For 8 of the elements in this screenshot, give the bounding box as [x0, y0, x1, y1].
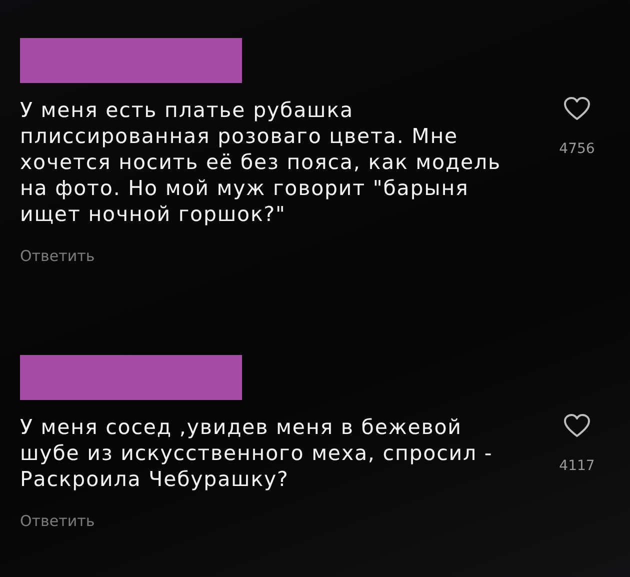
like-count: 4117 — [559, 458, 595, 474]
comment-text: У меня есть платье рубашка плиссированная розоваго цвета. Мне хочется носить её без пояса, как модель на фото. Но мой муж говорит "барыня ищет ночной горшок?" — [20, 97, 502, 227]
reply-link[interactable]: Ответить — [20, 247, 95, 265]
like-button[interactable] — [563, 413, 591, 438]
like-count: 4756 — [559, 141, 595, 157]
comment-text: У меня сосед ,увидев меня в бежевой шубе из искусственного меха, спросил - Раскроила Чебурашку? — [20, 414, 494, 492]
reply-link[interactable]: Ответить — [20, 512, 95, 530]
like-button[interactable] — [563, 96, 591, 121]
